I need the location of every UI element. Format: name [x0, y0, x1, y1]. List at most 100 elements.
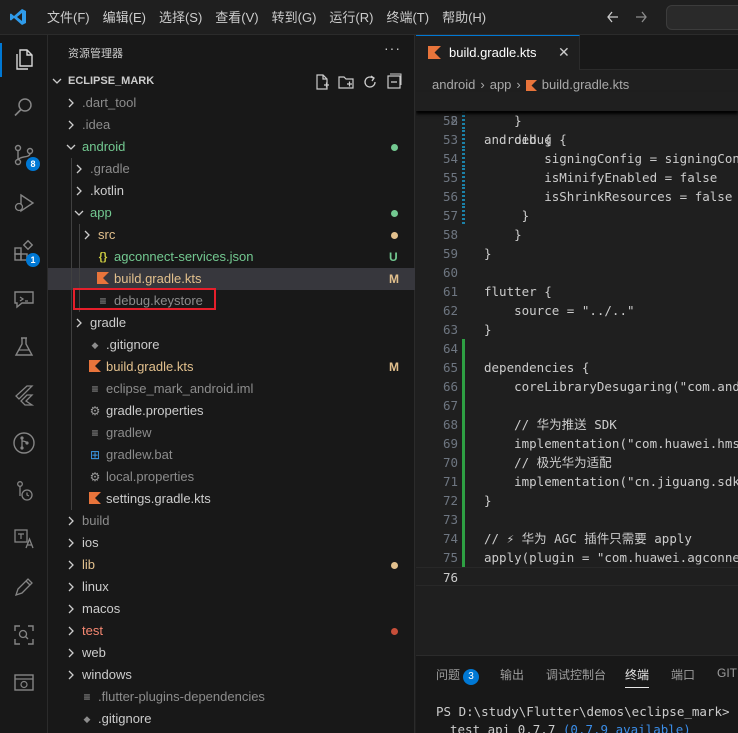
collapse-all-icon[interactable]: [386, 73, 402, 91]
code-line[interactable]: 70 // 极光华为适配: [416, 453, 738, 472]
flutter-activity[interactable]: [0, 375, 48, 415]
breadcrumb-app[interactable]: app: [490, 77, 512, 92]
tree-item[interactable]: .kotlin: [48, 180, 415, 202]
terminal-prompt-line[interactable]: PS D:\study\Flutter\demos\eclipse_mark> …: [436, 704, 738, 719]
tab-build-gradle-kts[interactable]: build.gradle.kts ✕: [416, 35, 580, 70]
menu-terminal[interactable]: 终端(T): [381, 0, 434, 35]
tree-item[interactable]: ◆ .gitignore: [48, 334, 415, 356]
tree-item[interactable]: build: [48, 510, 415, 532]
more-actions-icon[interactable]: ···: [384, 40, 401, 56]
code-line[interactable]: 58 }: [416, 225, 738, 244]
translate-activity[interactable]: [0, 519, 48, 559]
code-line[interactable]: 60: [416, 263, 738, 282]
remote-activity[interactable]: [0, 663, 48, 703]
refresh-icon[interactable]: [362, 73, 378, 91]
tree-item[interactable]: .gradle: [48, 158, 415, 180]
git-history-activity[interactable]: [0, 471, 48, 511]
pen-activity[interactable]: [0, 567, 48, 607]
tree-item[interactable]: ◆ .gitignore: [48, 708, 415, 730]
tree-item[interactable]: test: [48, 620, 415, 642]
tree-item[interactable]: settings.gradle.kts: [48, 488, 415, 510]
scan-icon: [14, 625, 34, 645]
code-line[interactable]: 57 }: [416, 206, 738, 225]
tree-item[interactable]: macos: [48, 598, 415, 620]
tree-item[interactable]: ≡ .flutter-plugins-dependencies: [48, 686, 415, 708]
code-line[interactable]: 52 }: [416, 111, 738, 130]
tree-item[interactable]: {} agconnect-services.json U: [48, 246, 415, 268]
code-line[interactable]: 76: [416, 567, 738, 586]
source-control-activity[interactable]: 8: [0, 135, 48, 175]
tree-item[interactable]: ≡ gradlew: [48, 422, 415, 444]
command-center-search[interactable]: [666, 5, 738, 30]
tree-item[interactable]: linux: [48, 576, 415, 598]
tab-terminal[interactable]: 终端: [625, 666, 650, 688]
back-arrow-icon[interactable]: [607, 11, 618, 23]
extensions-activity[interactable]: 1: [0, 231, 48, 271]
menu-run[interactable]: 运行(R): [324, 0, 378, 35]
breadcrumb-file[interactable]: build.gradle.kts: [542, 77, 629, 92]
close-icon[interactable]: ✕: [558, 44, 570, 61]
terminal-output-line[interactable]: test_api 0.7.7 (0.7.9 available): [450, 722, 691, 733]
tree-item[interactable]: gradle: [48, 312, 415, 334]
code-line[interactable]: 53 debug {: [416, 130, 738, 149]
git-graph-activity[interactable]: [0, 423, 48, 463]
tab-debug-console[interactable]: 调试控制台: [546, 666, 606, 683]
remote-explorer-activity[interactable]: [0, 279, 48, 319]
code-line[interactable]: 63}: [416, 320, 738, 339]
tree-item[interactable]: ⊞ gradlew.bat: [48, 444, 415, 466]
code-line[interactable]: 72}: [416, 491, 738, 510]
new-folder-icon[interactable]: [338, 73, 354, 91]
code-line[interactable]: 65 dependencies {: [416, 358, 738, 377]
explorer-activity[interactable]: [0, 39, 48, 79]
code-line[interactable]: 75 apply(plugin = "com.huawei.agconnect"): [416, 548, 738, 567]
breadcrumb-android[interactable]: android: [432, 77, 475, 92]
code-line[interactable]: 54 signingConfig = signingConfigs.getByN…: [416, 149, 738, 168]
tab-gitlens[interactable]: GITLENS: [717, 666, 738, 680]
menu-go[interactable]: 转到(G): [267, 0, 322, 35]
tree-item[interactable]: ≡ eclipse_mark_android.iml: [48, 378, 415, 400]
new-file-icon[interactable]: [314, 73, 330, 91]
tree-item[interactable]: app: [48, 202, 415, 224]
code-line[interactable]: 64: [416, 339, 738, 358]
code-line[interactable]: 71 implementation("cn.jiguang.sdk.plugin…: [416, 472, 738, 491]
code-editor[interactable]: 8 android { 52 }53 debug {54 signingConf…: [416, 92, 738, 586]
tree-item[interactable]: ⚙ gradle.properties: [48, 400, 415, 422]
menu-file[interactable]: 文件(F): [42, 0, 95, 35]
tree-item[interactable]: windows: [48, 664, 415, 686]
code-line[interactable]: 69 implementation("com.huawei.hms:push:6…: [416, 434, 738, 453]
code-line[interactable]: 56 isShrinkResources = false: [416, 187, 738, 206]
code-line[interactable]: 68 // 华为推送 SDK: [416, 415, 738, 434]
tab-ports[interactable]: 端口: [671, 666, 695, 683]
code-line[interactable]: 67: [416, 396, 738, 415]
scan-activity[interactable]: [0, 615, 48, 655]
menu-view[interactable]: 查看(V): [210, 0, 263, 35]
tab-problems[interactable]: 问题 3: [436, 666, 480, 685]
menu-help[interactable]: 帮助(H): [437, 0, 491, 35]
code-line[interactable]: 74 // ⚡ 华为 AGC 插件只需要 apply: [416, 529, 738, 548]
testing-activity[interactable]: [0, 327, 48, 367]
tree-item[interactable]: ios: [48, 532, 415, 554]
forward-arrow-icon[interactable]: [636, 11, 647, 23]
code-line[interactable]: 55 isMinifyEnabled = false: [416, 168, 738, 187]
code-line[interactable]: 61 flutter {: [416, 282, 738, 301]
code-line[interactable]: 73: [416, 510, 738, 529]
tab-output[interactable]: 输出: [500, 666, 524, 683]
tree-item[interactable]: src: [48, 224, 415, 246]
workspace-root[interactable]: ECLIPSE_MARK: [48, 70, 415, 94]
tree-item[interactable]: build.gradle.kts M: [48, 356, 415, 378]
code-line[interactable]: 59}: [416, 244, 738, 263]
search-activity[interactable]: [0, 87, 48, 127]
menu-selection[interactable]: 选择(S): [154, 0, 207, 35]
tree-item[interactable]: android: [48, 136, 415, 158]
menu-edit[interactable]: 编辑(E): [98, 0, 151, 35]
tree-item[interactable]: .idea: [48, 114, 415, 136]
tree-item[interactable]: ⚙ local.properties: [48, 466, 415, 488]
tree-item[interactable]: web: [48, 642, 415, 664]
run-debug-activity[interactable]: [0, 183, 48, 223]
code-line[interactable]: 66 coreLibraryDesugaring("com.android.to…: [416, 377, 738, 396]
tree-item[interactable]: .dart_tool: [48, 92, 415, 114]
tree-item[interactable]: lib: [48, 554, 415, 576]
sticky-scroll-line[interactable]: 8 android {: [416, 92, 738, 147]
code-line[interactable]: 62 source = "../..": [416, 301, 738, 320]
tree-item[interactable]: build.gradle.kts M: [48, 268, 415, 290]
